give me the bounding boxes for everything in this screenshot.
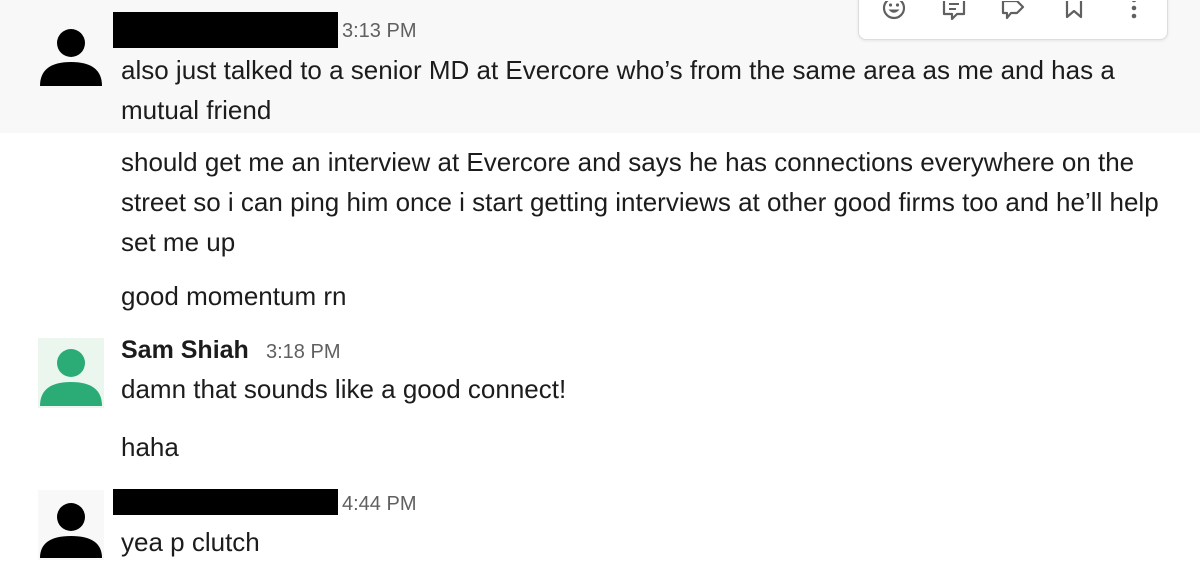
- emoji-icon[interactable]: [877, 1, 911, 27]
- message-text: yea p clutch: [121, 527, 260, 557]
- person-icon: [40, 29, 102, 86]
- redacted-sender-name: [113, 12, 338, 48]
- share-icon[interactable]: [997, 1, 1031, 27]
- person-icon: [38, 490, 104, 560]
- message-timestamp[interactable]: 3:18 PM: [266, 340, 340, 364]
- avatar[interactable]: [38, 338, 104, 408]
- message-text: damn that sounds like a good connect!: [121, 374, 567, 404]
- message-text: good momentum rn: [121, 281, 347, 311]
- message-text: haha: [121, 432, 179, 462]
- more-actions-icon[interactable]: [1117, 1, 1151, 27]
- redacted-sender-name: [113, 489, 338, 515]
- message-actions-toolbar: [858, 0, 1168, 40]
- message-timestamp[interactable]: 4:44 PM: [342, 492, 416, 516]
- person-icon: [38, 338, 104, 408]
- avatar[interactable]: [38, 490, 104, 560]
- message-text: also just talked to a senior MD at Everc…: [121, 55, 1115, 125]
- reply-thread-icon[interactable]: [937, 1, 971, 27]
- message-timestamp[interactable]: 3:13 PM: [342, 19, 416, 43]
- message-text: should get me an interview at Evercore a…: [121, 147, 1159, 257]
- sender-name[interactable]: Sam Shiah: [121, 335, 249, 365]
- avatar[interactable]: [38, 20, 104, 90]
- bookmark-icon[interactable]: [1057, 1, 1091, 27]
